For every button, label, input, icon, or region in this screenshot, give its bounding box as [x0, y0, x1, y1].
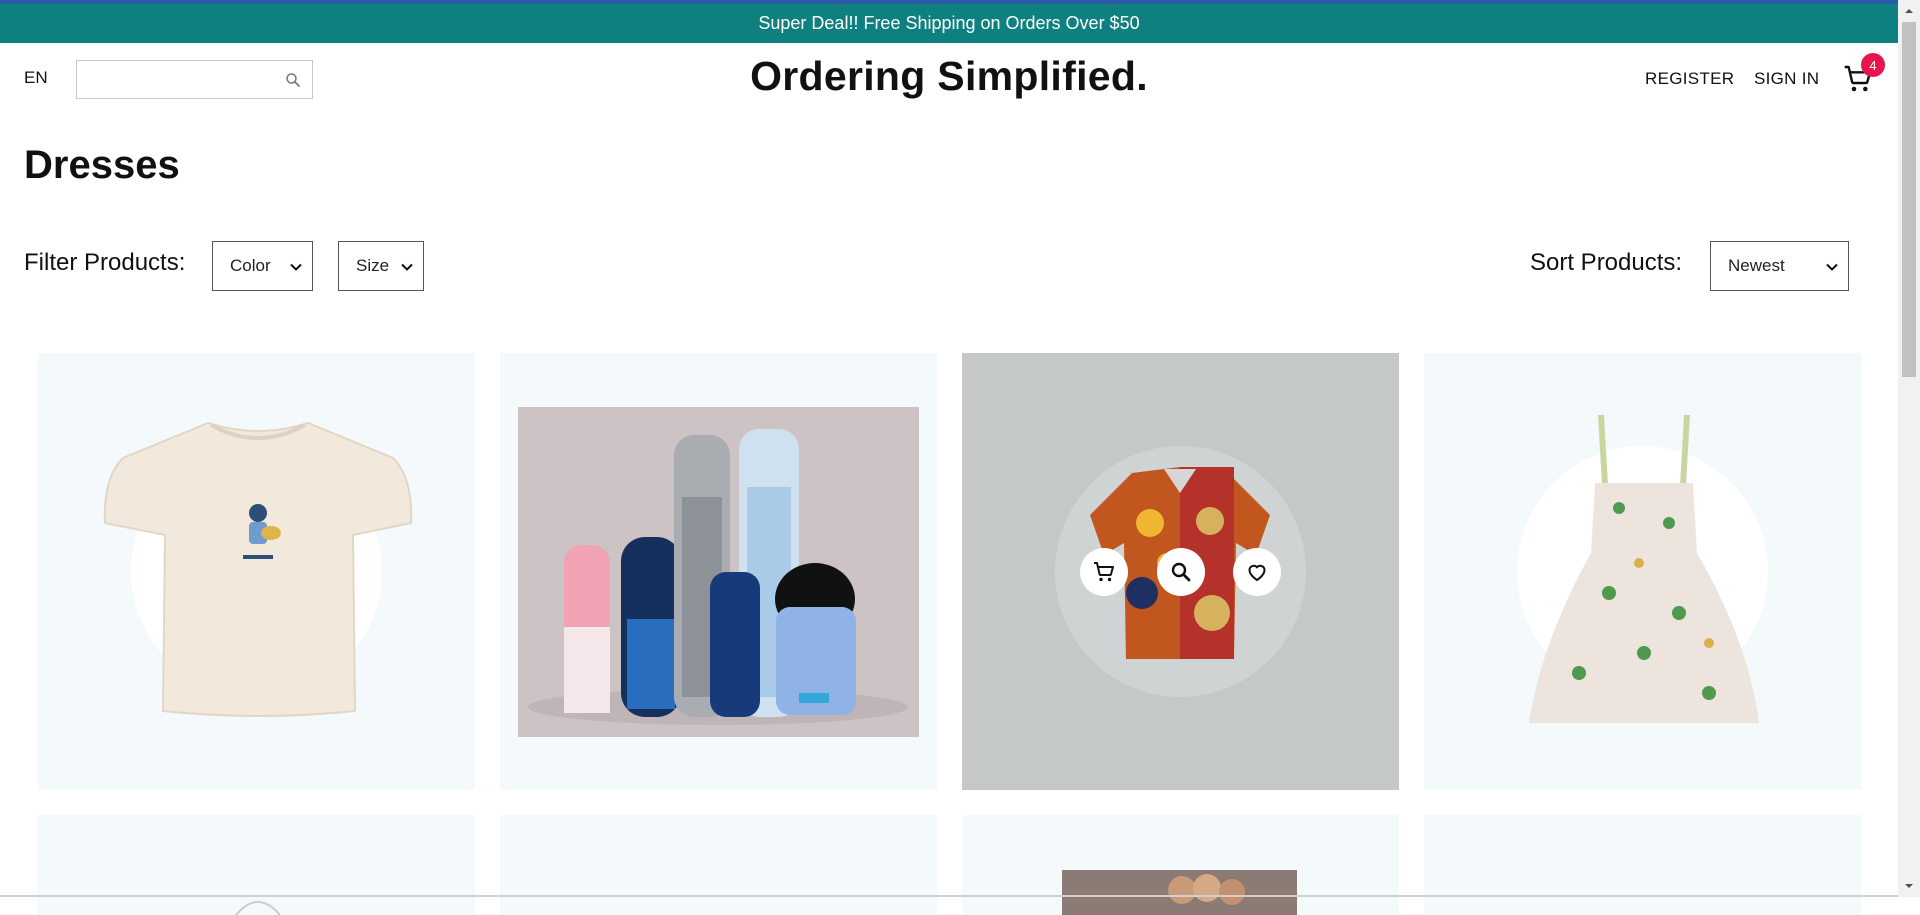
filter-label: Filter Products: [24, 249, 186, 276]
scroll-up-icon[interactable] [1904, 6, 1914, 16]
size-filter-value: Size [356, 256, 390, 275]
product-card[interactable] [38, 815, 475, 915]
scrollbar-thumb[interactable] [1902, 22, 1916, 377]
product-card[interactable] [1424, 353, 1861, 790]
add-to-cart-icon [1094, 562, 1114, 582]
site-header: EN Ordering Simplified. REGISTER SIGN IN… [0, 43, 1898, 115]
register-link[interactable]: REGISTER [1645, 69, 1734, 89]
sort-value: Newest [1728, 256, 1785, 275]
color-filter-select[interactable]: Color [212, 241, 313, 291]
product-card[interactable] [1424, 815, 1861, 915]
sort-select[interactable]: Newest [1710, 241, 1849, 291]
sort-label: Sort Products: [1530, 249, 1683, 276]
chevron-down-icon [401, 263, 413, 271]
color-filter-value: Color [230, 256, 271, 275]
size-filter-select[interactable]: Size [338, 241, 424, 291]
wishlist-button[interactable] [1233, 548, 1281, 596]
zoom-icon [1171, 562, 1190, 582]
product-card[interactable] [962, 815, 1399, 915]
product-card[interactable] [38, 353, 475, 790]
vertical-scrollbar[interactable] [1898, 0, 1920, 897]
product-card[interactable] [500, 353, 937, 790]
product-card[interactable] [500, 815, 937, 915]
add-to-cart-button[interactable] [1080, 548, 1128, 596]
product-image-partial [1062, 870, 1297, 915]
page-title: Dresses [24, 143, 180, 187]
product-action-overlay [1080, 548, 1281, 596]
product-card-hovered[interactable] [962, 353, 1399, 790]
cart-count-badge: 4 [1861, 53, 1885, 77]
scroll-down-icon[interactable] [1904, 881, 1914, 891]
heart-icon [1248, 564, 1266, 582]
product-image-partial [235, 901, 281, 915]
chevron-down-icon [290, 263, 302, 271]
product-image-tshirt [103, 421, 413, 717]
product-image-deodorants [518, 407, 919, 737]
product-image-floral-dress [1529, 414, 1759, 723]
chevron-down-icon [1826, 263, 1838, 271]
quick-view-button[interactable] [1156, 548, 1205, 596]
sign-in-link[interactable]: SIGN IN [1754, 69, 1819, 89]
announcement-text: Super Deal!! Free Shipping on Orders Ove… [758, 13, 1140, 33]
site-logo[interactable]: Ordering Simplified. [0, 53, 1898, 100]
announcement-bar: Super Deal!! Free Shipping on Orders Ove… [0, 4, 1898, 43]
